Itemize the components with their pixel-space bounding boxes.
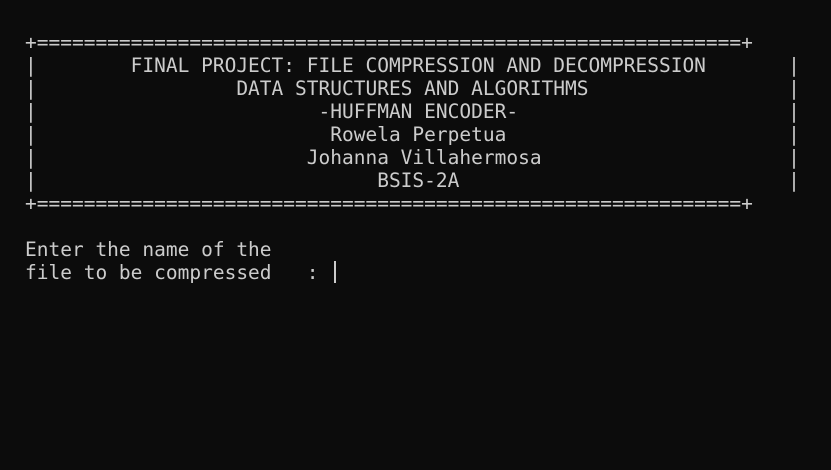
banner-author-2: | Johanna Villahermosa | xyxy=(25,146,800,169)
prompt-line-1: Enter the name of the xyxy=(25,238,272,261)
banner-subtitle: | -HUFFMAN ENCODER- | xyxy=(25,100,800,123)
prompt-line-2[interactable]: file to be compressed : xyxy=(25,260,831,284)
prompt-label: file to be compressed : xyxy=(25,261,331,284)
banner-title: | FINAL PROJECT: FILE COMPRESSION AND DE… xyxy=(25,54,800,77)
banner-course: | DATA STRUCTURES AND ALGORITHMS | xyxy=(25,77,800,100)
banner-top-border: +=======================================… xyxy=(25,31,753,54)
terminal-output: +=======================================… xyxy=(25,31,831,284)
banner-bottom-border: +=======================================… xyxy=(25,192,753,215)
banner-author-1: | Rowela Perpetua | xyxy=(25,123,800,146)
banner-section: | BSIS-2A | xyxy=(25,169,800,192)
text-cursor[interactable] xyxy=(334,260,337,283)
